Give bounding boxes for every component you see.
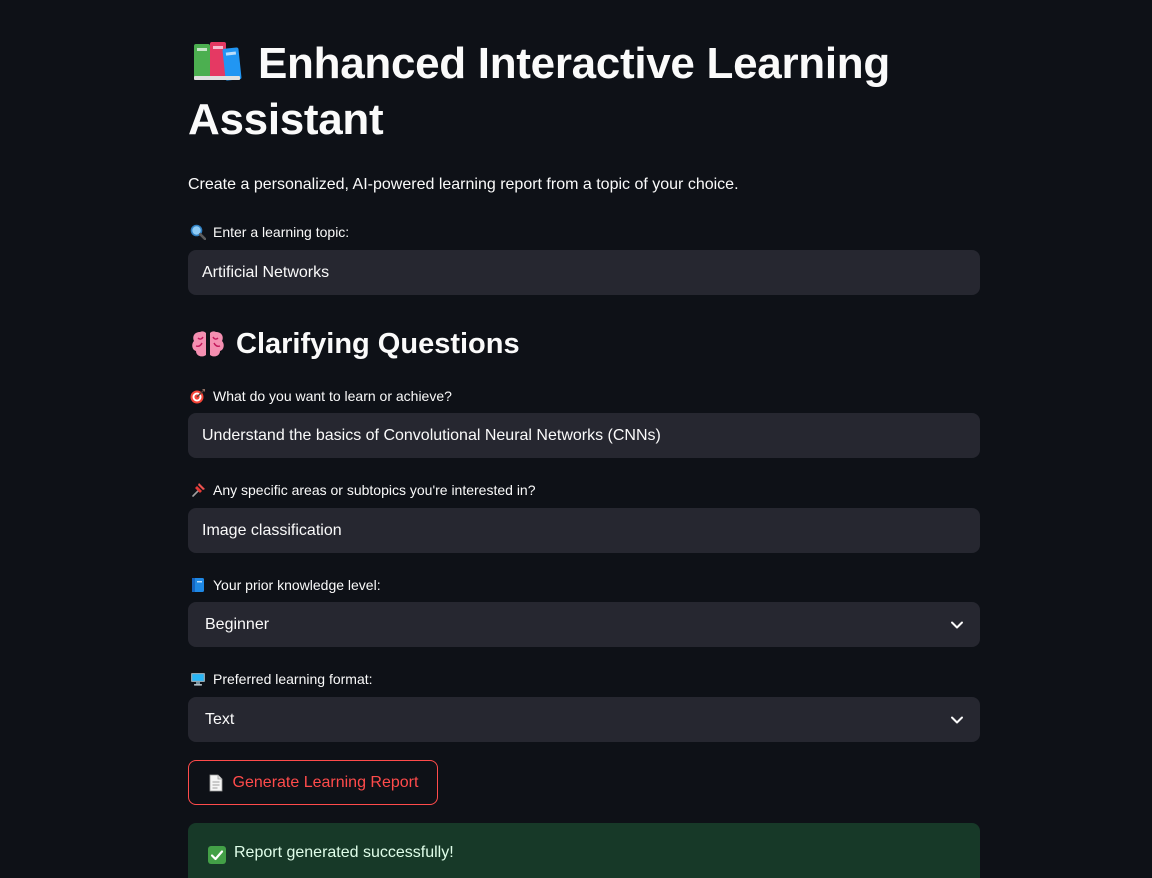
brain-icon [192, 331, 224, 357]
areas-input-value: Image classification [202, 521, 342, 539]
goal-input-value: Understand the basics of Convolutional N… [202, 426, 661, 444]
topic-label-text: Enter a learning topic: [213, 224, 350, 240]
chevron-down-icon [951, 621, 963, 628]
knowledge-label: Your prior knowledge level: [190, 575, 381, 595]
areas-label-text: Any specific areas or subtopics you're i… [213, 482, 536, 498]
format-label: Preferred learning format: [190, 669, 373, 689]
format-select[interactable]: Text [188, 697, 980, 742]
knowledge-selected-value: Beginner [205, 615, 270, 633]
clarifying-heading-text: Clarifying Questions [236, 328, 520, 360]
topic-input[interactable]: Artificial Networks [188, 250, 980, 295]
format-selected-value: Text [205, 710, 235, 728]
success-alert: Report generated successfully! [188, 823, 980, 878]
app-page: Enhanced Interactive Learning Assistant … [0, 0, 1152, 878]
success-message: Report generated successfully! [234, 844, 454, 861]
goal-label: What do you want to learn or achieve? [190, 386, 452, 406]
pushpin-icon [192, 483, 205, 497]
page-subtitle: Create a personalized, AI-powered learni… [188, 176, 739, 193]
computer-icon [191, 673, 205, 686]
topic-input-value: Artificial Networks [202, 263, 330, 281]
areas-label: Any specific areas or subtopics you're i… [190, 480, 536, 500]
topic-label: Enter a learning topic: [190, 222, 349, 242]
blue-book-icon [192, 578, 204, 592]
target-icon [190, 389, 205, 404]
format-label-text: Preferred learning format: [213, 671, 373, 687]
document-icon [209, 774, 222, 791]
chevron-down-icon [951, 716, 963, 723]
page-title-text: Enhanced Interactive Learning Assistant [188, 39, 890, 144]
page-title: Enhanced Interactive Learning Assistant [188, 36, 980, 148]
knowledge-label-text: Your prior knowledge level: [213, 577, 381, 593]
knowledge-select[interactable]: Beginner [188, 602, 980, 647]
areas-input[interactable]: Image classification [188, 508, 980, 553]
books-icon [194, 42, 242, 81]
check-mark-icon [208, 846, 226, 864]
magnifier-icon [190, 224, 206, 240]
goal-input[interactable]: Understand the basics of Convolutional N… [188, 413, 980, 458]
clarifying-questions-heading: Clarifying Questions [190, 324, 520, 364]
goal-label-text: What do you want to learn or achieve? [213, 388, 452, 404]
generate-report-label: Generate Learning Report [232, 773, 419, 791]
generate-report-button[interactable]: Generate Learning Report [188, 760, 438, 805]
